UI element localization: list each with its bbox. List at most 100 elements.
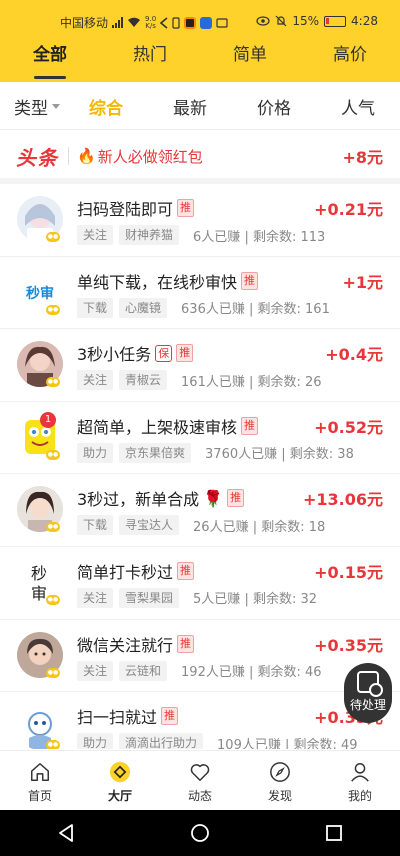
task-price: +0.35元 xyxy=(314,635,383,655)
task-title: 3秒小任务 保 推 xyxy=(77,341,194,365)
home-circle-icon[interactable] xyxy=(190,823,210,843)
merchant-chip: 云链和 xyxy=(119,660,168,681)
task-title: 3秒过，新单合成 🌹 推 xyxy=(77,486,245,510)
headline-banner[interactable]: 头条 🔥 新人必做领红包 +8元 xyxy=(0,134,400,184)
task-row[interactable]: 秒审 ●● 简单打卡秒过 推 +0.15元 关注 雪梨果园 5人已赚 | 剩余数… xyxy=(0,547,400,620)
recommend-tag: 推 xyxy=(177,199,195,217)
home-icon xyxy=(31,763,49,781)
tab-hot[interactable]: 热门 xyxy=(100,42,200,82)
tab-all[interactable]: 全部 xyxy=(0,42,100,82)
task-meta: 关注 雪梨果园 5人已赚 | 剩余数: 32 xyxy=(77,587,318,608)
category-chip: 下载 xyxy=(77,297,114,318)
wifi-icon xyxy=(128,17,141,27)
divider xyxy=(68,147,69,165)
hall-coin-icon xyxy=(109,761,131,783)
tab-simple[interactable]: 简单 xyxy=(200,42,300,82)
task-stats: 26人已赚 | 剩余数: 18 xyxy=(193,519,326,535)
avatar-badge: ●● xyxy=(46,377,60,388)
type-label: 类型 xyxy=(14,99,48,119)
task-row[interactable]: ●● 3秒小任务 保 推 +0.4元 关注 青椒云 161人已赚 | 剩余数: … xyxy=(0,329,400,402)
user-icon xyxy=(351,763,369,782)
back-arrow-icon xyxy=(160,16,168,29)
task-price: +0.4元 xyxy=(325,345,383,365)
heart-icon xyxy=(190,764,210,781)
category-chip: 关注 xyxy=(77,370,114,391)
task-meta: 助力 滴滴出行助力 109人已赚 | 剩余数: 49 xyxy=(77,733,358,749)
top-header: 中国移动 9.0 K/s 15% 4:28 全部 热门 简单 高价 xyxy=(0,0,400,82)
merchant-chip: 财神养猫 xyxy=(119,225,180,245)
svg-text:审: 审 xyxy=(31,584,47,603)
filter-price[interactable]: 价格 xyxy=(232,94,316,119)
task-stats: 5人已赚 | 剩余数: 32 xyxy=(193,592,318,608)
type-dropdown[interactable]: 类型 xyxy=(0,94,64,119)
recommend-tag: 推 xyxy=(241,271,259,290)
headline-amount: +8元 xyxy=(342,148,383,167)
category-chip: 助力 xyxy=(77,733,114,749)
category-chip: 关注 xyxy=(77,587,114,608)
task-row[interactable]: 1 ●● 超简单，上架极速审核 推 +0.52元 助力 京东果倍爽 3760人已… xyxy=(0,402,400,475)
filter-bar: 类型 综合 最新 价格 人气 xyxy=(0,84,400,130)
filter-popularity[interactable]: 人气 xyxy=(316,94,400,119)
task-row[interactable]: ●● 微信关注就行 推 +0.35元 关注 云链和 192人已赚 | 剩余数: … xyxy=(0,620,400,693)
recommend-tag: 推 xyxy=(241,416,259,435)
merchant-chip: 雪梨果园 xyxy=(119,587,180,608)
status-bar: 中国移动 9.0 K/s 15% 4:28 xyxy=(0,0,400,44)
unread-badge: 1 xyxy=(40,411,56,428)
task-title: 简单打卡秒过 推 xyxy=(77,559,195,583)
tab-high-price[interactable]: 高价 xyxy=(300,42,400,82)
task-title: 超简单，上架极速审核 推 xyxy=(77,414,259,438)
nav-activity[interactable]: 动态 xyxy=(160,751,240,810)
task-title: 扫码登陆即可 推 xyxy=(77,196,195,220)
recents-square-icon[interactable] xyxy=(325,824,343,842)
nav-home[interactable]: 首页 xyxy=(0,751,80,810)
merchant-chip: 青椒云 xyxy=(119,370,168,391)
nav-profile[interactable]: 我的 xyxy=(320,751,400,810)
bottom-nav: 首页 大厅 动态 发现 我的 xyxy=(0,750,400,810)
task-meta: 下载 寻宝达人 26人已赚 | 剩余数: 18 xyxy=(77,515,326,536)
avatar-badge: ●● xyxy=(46,740,60,749)
app-notify-icon-1 xyxy=(184,16,197,29)
guarantee-tag: 保 xyxy=(155,344,173,362)
fire-icon: 🔥 xyxy=(77,147,96,165)
task-title: 扫一扫就过 推 xyxy=(77,704,179,728)
avatar-badge: ●● xyxy=(46,304,60,315)
task-row[interactable]: ●● 扫码登陆即可 推 +0.21元 关注 财神养猫 6人已赚 | 剩余数: 1… xyxy=(0,184,400,257)
back-triangle-icon[interactable] xyxy=(57,823,75,843)
recommend-tag: 推 xyxy=(227,489,245,508)
filter-comprehensive[interactable]: 综合 xyxy=(64,94,148,119)
app-notify-icon-2 xyxy=(200,16,213,29)
merchant-chip: 京东果倍爽 xyxy=(119,442,192,463)
battery-icon xyxy=(324,15,347,27)
category-chip: 关注 xyxy=(77,660,114,681)
task-title: 微信关注就行 推 xyxy=(77,632,195,656)
clock: 4:28 xyxy=(351,14,378,28)
task-stats: 3760人已赚 | 剩余数: 38 xyxy=(205,447,354,463)
task-stats: 161人已赚 | 剩余数: 26 xyxy=(181,374,322,390)
gallery-icon xyxy=(216,17,228,28)
task-row[interactable]: ●● 3秒过，新单合成 🌹 推 +13.06元 下载 寻宝达人 26人已赚 | … xyxy=(0,474,400,547)
avatar-badge: ●● xyxy=(46,449,60,460)
mute-bell-icon xyxy=(275,15,287,27)
category-chip: 下载 xyxy=(77,515,114,536)
task-price: +13.06元 xyxy=(302,490,383,510)
pending-task-icon xyxy=(357,671,383,697)
nav-discover[interactable]: 发现 xyxy=(240,751,320,810)
rose-icon: 🌹 xyxy=(203,488,224,508)
filter-latest[interactable]: 最新 xyxy=(148,94,232,119)
task-stats: 109人已赚 | 剩余数: 49 xyxy=(217,737,358,749)
task-stats: 192人已赚 | 剩余数: 46 xyxy=(181,665,322,681)
avatar-badge: ●● xyxy=(46,594,60,605)
carrier-name: 中国移动 xyxy=(60,16,109,30)
pending-button[interactable]: 待处理 xyxy=(344,663,392,723)
system-nav-bar xyxy=(0,810,400,856)
task-stats: 636人已赚 | 剩余数: 161 xyxy=(181,302,330,318)
task-meta: 关注 云链和 192人已赚 | 剩余数: 46 xyxy=(77,660,322,681)
chevron-down-icon xyxy=(52,104,60,109)
svg-text:秒: 秒 xyxy=(31,564,47,583)
nav-hall[interactable]: 大厅 xyxy=(80,751,160,810)
task-row[interactable]: 秒审 ●● 单纯下载，在线秒审快 推 +1元 下载 心魔镜 636人已赚 | 剩… xyxy=(0,257,400,330)
signal-icon xyxy=(112,17,124,28)
avatar-badge: ●● xyxy=(46,522,60,533)
task-meta: 关注 青椒云 161人已赚 | 剩余数: 26 xyxy=(77,370,322,391)
task-title: 单纯下载，在线秒审快 推 xyxy=(77,269,259,293)
